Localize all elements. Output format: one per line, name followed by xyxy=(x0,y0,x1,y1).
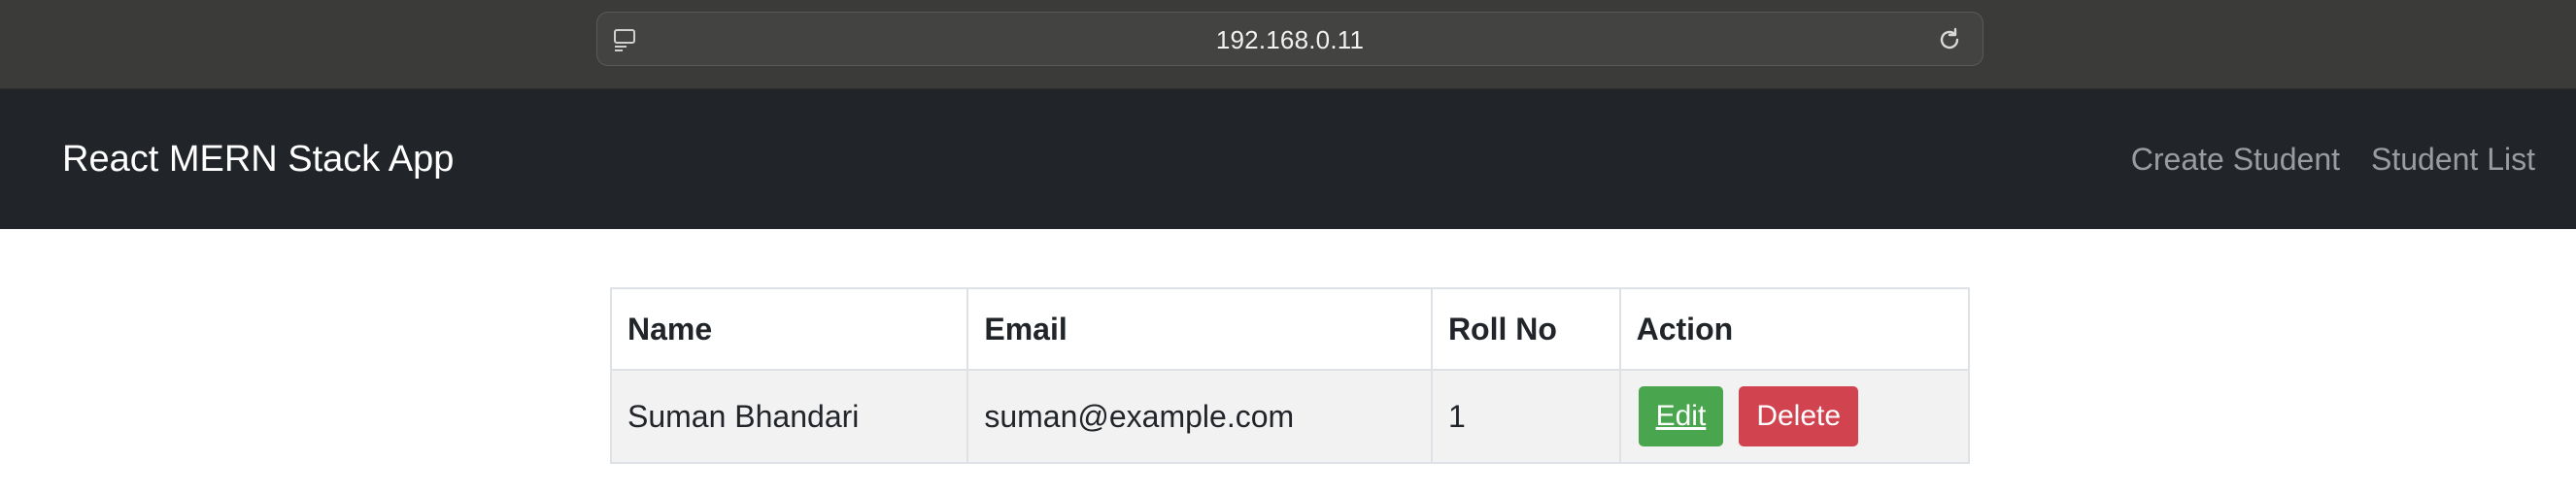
top-navbar: React MERN Stack App Create Student Stud… xyxy=(0,89,2576,229)
address-bar[interactable]: 192.168.0.11 xyxy=(596,12,1983,66)
cell-actions: Edit Delete xyxy=(1618,369,1971,464)
student-table: Name Email Roll No Action Suman Bhandari… xyxy=(609,287,1971,464)
nav-link-student-list[interactable]: Student List xyxy=(2371,142,2535,178)
browser-toolbar: 192.168.0.11 xyxy=(0,0,2576,89)
edit-button[interactable]: Edit xyxy=(1638,386,1724,446)
nav-link-create-student[interactable]: Create Student xyxy=(2131,142,2340,178)
header-name: Name xyxy=(609,287,969,371)
reload-icon[interactable] xyxy=(1936,26,1963,53)
nav-links: Create Student Student List xyxy=(2131,89,2535,229)
delete-button[interactable]: Delete xyxy=(1739,386,1859,446)
url-text[interactable]: 192.168.0.11 xyxy=(597,13,1983,67)
table-header-row: Name Email Roll No Action xyxy=(609,287,1971,371)
student-table-container: Name Email Roll No Action Suman Bhandari… xyxy=(609,287,1971,464)
header-email: Email xyxy=(966,287,1433,371)
header-roll-no: Roll No xyxy=(1430,287,1621,371)
cell-roll-no: 1 xyxy=(1430,369,1621,464)
header-action: Action xyxy=(1618,287,1971,371)
cell-name: Suman Bhandari xyxy=(609,369,969,464)
navbar-brand[interactable]: React MERN Stack App xyxy=(62,89,454,229)
cell-email: suman@example.com xyxy=(966,369,1433,464)
table-row: Suman Bhandari suman@example.com 1 Edit D… xyxy=(609,369,1971,464)
